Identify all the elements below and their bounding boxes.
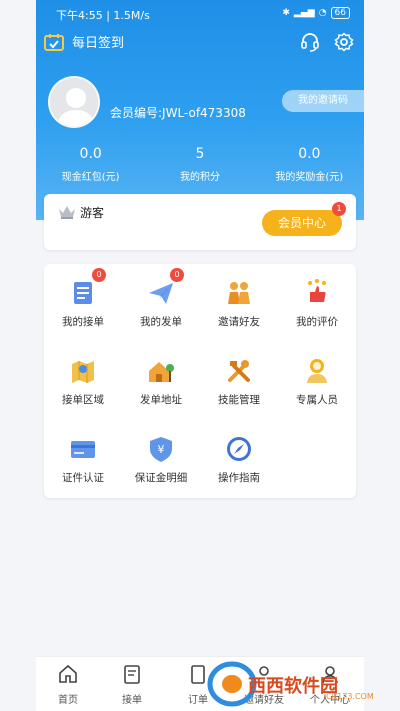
crown-icon — [59, 206, 75, 219]
status-indicators: ✱ ▂▄▆ ◔ 66 — [282, 7, 350, 19]
grid-item-label: 邀请好友 — [218, 316, 260, 328]
wifi-icon: ◔ — [318, 8, 327, 18]
map-icon — [72, 361, 94, 383]
status-time: 下午4:55 | 1.5M/s — [56, 9, 150, 22]
feature-grid: 0 我的接单 0 我的发单 邀请好友 我的评价 接单区域 发单地址 技能管理 专… — [44, 264, 356, 498]
grid-item-label: 保证金明细 — [134, 472, 188, 484]
avatar[interactable] — [48, 76, 100, 128]
member-number: 会员编号:JWL-of473308 — [110, 106, 246, 120]
gear-icon[interactable] — [334, 32, 354, 52]
grid-item-order-area[interactable]: 接单区域 — [44, 342, 122, 412]
nav-label: 首页 — [58, 695, 78, 706]
stat-points[interactable]: 5 我的积分 — [145, 146, 254, 183]
grid-item-user-guide[interactable]: 操作指南 — [200, 420, 278, 490]
grid-item-dedicated-staff[interactable]: 专属人员 — [278, 342, 356, 412]
my-invite-code-button[interactable]: 我的邀请码 — [282, 90, 364, 112]
nav-item-home[interactable]: 首页 — [38, 663, 98, 706]
grid-item-label: 专属人员 — [296, 394, 338, 406]
header-actions — [300, 32, 354, 52]
battery-icon: 66 — [330, 7, 350, 19]
checkin-label: 每日签到 — [72, 36, 125, 51]
grid-item-invite-friends[interactable]: 邀请好友 — [200, 264, 278, 334]
grid-item-label: 接单区域 — [62, 394, 104, 406]
signal-icon: ▂▄▆ — [293, 8, 315, 18]
deposit-icon: ¥ — [150, 437, 172, 462]
grid-item-my-received-orders[interactable]: 0 我的接单 — [44, 264, 122, 334]
stat-label: 现金红包(元) — [61, 172, 120, 183]
svg-text:¥: ¥ — [158, 443, 165, 456]
stat-value: 0.0 — [79, 146, 102, 162]
invite-friends-icon — [228, 282, 250, 304]
nav-item-receive[interactable]: 接单 — [102, 663, 162, 706]
stats-row: 0.0 现金红包(元) 5 我的积分 0.0 我的奖励金(元) — [36, 146, 364, 183]
headset-icon[interactable] — [300, 32, 320, 52]
member-center-button[interactable]: 会员中心 — [262, 210, 342, 236]
grid-item-label: 我的评价 — [296, 316, 338, 328]
grid-item-id-verification[interactable]: 证件认证 — [44, 420, 122, 490]
grid-item-my-reviews[interactable]: 我的评价 — [278, 264, 356, 334]
count-badge: 0 — [170, 268, 184, 282]
address-icon — [149, 362, 174, 382]
stat-reward[interactable]: 0.0 我的奖励金(元) — [255, 146, 364, 183]
watermark-subtext: CR173.COM — [326, 692, 374, 701]
watermark-text: 西西软件园 — [248, 676, 338, 697]
grid-item-label: 我的发单 — [140, 316, 182, 328]
id-card-icon — [71, 441, 95, 458]
grid-item-label: 我的接单 — [62, 316, 104, 328]
compass-icon — [227, 437, 251, 461]
stat-cash-red-packet[interactable]: 0.0 现金红包(元) — [36, 146, 145, 183]
member-level-card: 游客 会员中心 1 — [44, 194, 356, 250]
grid-item-send-address[interactable]: 发单地址 — [122, 342, 200, 412]
notification-badge: 1 — [332, 202, 346, 216]
grid-item-label: 操作指南 — [218, 472, 260, 484]
stat-label: 我的积分 — [179, 172, 220, 183]
stat-value: 0.0 — [298, 146, 321, 162]
grid-item-deposit-details[interactable]: ¥ 保证金明细 — [122, 420, 200, 490]
member-level-name: 游客 — [80, 206, 105, 220]
tools-icon — [228, 360, 250, 382]
home-icon — [59, 664, 77, 683]
app-page: 下午4:55 | 1.5M/s ✱ ▂▄▆ ◔ 66 每日签到 会员编号:JWL… — [0, 0, 400, 711]
send-order-icon — [149, 283, 173, 304]
count-badge: 0 — [92, 268, 106, 282]
receive-order-icon — [74, 282, 92, 304]
calendar-check-icon — [44, 33, 64, 51]
clipboard-icon — [124, 665, 140, 684]
person-icon — [307, 359, 327, 383]
daily-checkin-button[interactable]: 每日签到 — [44, 32, 124, 51]
stat-value: 5 — [195, 146, 205, 162]
bluetooth-icon: ✱ — [282, 8, 290, 18]
review-icon — [308, 279, 326, 302]
grid-item-label: 技能管理 — [218, 394, 260, 406]
stat-label: 我的奖励金(元) — [275, 172, 344, 183]
nav-label: 接单 — [122, 695, 142, 706]
status-bar: 下午4:55 | 1.5M/s ✱ ▂▄▆ ◔ 66 — [36, 0, 364, 28]
grid-item-label: 证件认证 — [62, 472, 104, 484]
grid-item-label: 发单地址 — [140, 394, 182, 406]
grid-item-my-sent-orders[interactable]: 0 我的发单 — [122, 264, 200, 334]
grid-item-skill-management[interactable]: 技能管理 — [200, 342, 278, 412]
